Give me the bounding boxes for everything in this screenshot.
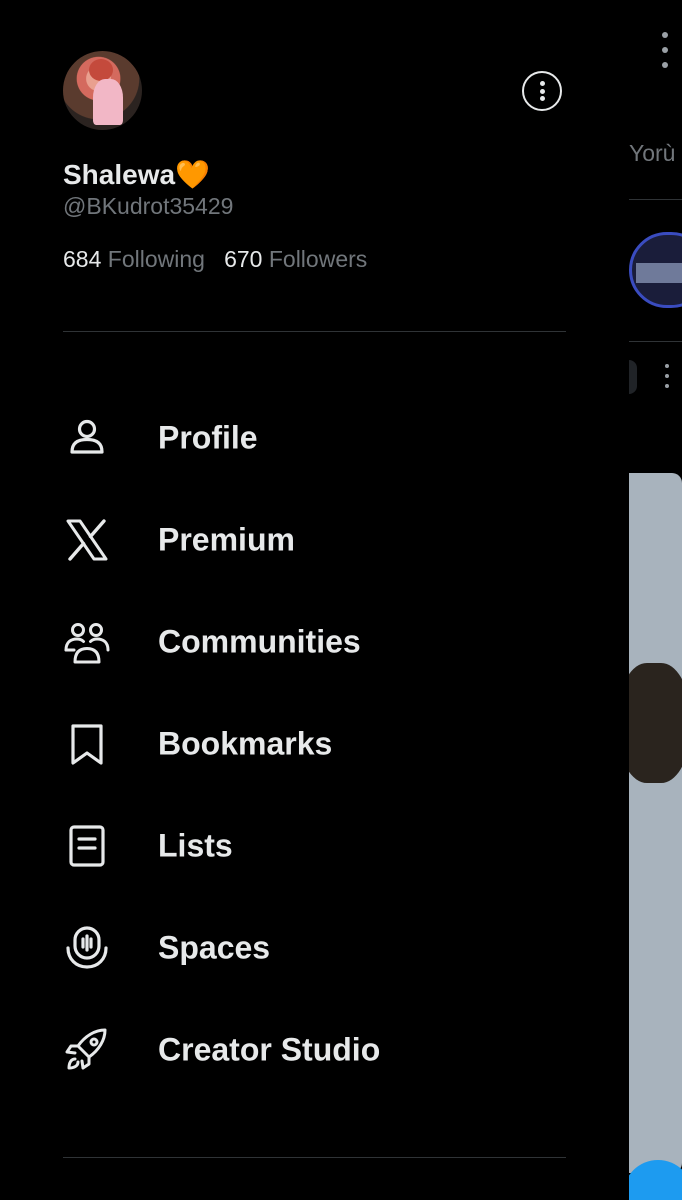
menu-item-label: Profile [158,419,258,456]
person-icon [63,414,111,462]
follow-stats: 684 Following 670 Followers [63,246,367,273]
divider [63,331,566,332]
following-count: 684 [63,246,102,272]
post-media[interactable] [629,473,682,1173]
space-avatar[interactable] [629,232,682,308]
display-name[interactable]: Shalewa🧡 [63,158,210,191]
menu-item-profile[interactable]: Profile [63,398,566,478]
microphone-icon [63,924,111,972]
timeline-divider [629,341,682,342]
post-more-icon[interactable] [665,364,671,394]
timeline-divider [629,199,682,200]
menu-item-label: Premium [158,521,295,558]
followers-label: Followers [268,246,368,272]
background-timeline: Yorù [629,0,682,1200]
communities-icon [63,618,111,666]
menu-item-label: Lists [158,827,233,864]
user-handle: @BKudrot35429 [63,193,234,219]
avatar[interactable] [63,51,142,130]
menu-item-label: Bookmarks [158,725,333,762]
following-link[interactable]: 684 Following [63,246,205,272]
list-icon [63,822,111,870]
navigation-drawer: Shalewa🧡 @BKudrot35429 684 Following 670… [0,0,629,1200]
divider [63,1157,566,1158]
menu-item-label: Spaces [158,929,271,966]
more-options-icon[interactable] [661,32,669,72]
menu-item-label: Creator Studio [158,1031,381,1068]
following-label: Following [107,246,205,272]
timeline-tab[interactable]: Yorù [629,140,675,167]
account-options-button[interactable] [522,71,562,111]
menu-item-label: Communities [158,623,361,660]
menu-item-bookmarks[interactable]: Bookmarks [63,704,566,784]
menu-item-communities[interactable]: Communities [63,602,566,682]
x-logo-icon [63,516,111,564]
menu-item-spaces[interactable]: Spaces [63,908,566,988]
compose-button[interactable] [629,1160,682,1200]
timeline-chip[interactable] [629,360,637,394]
menu-item-creator-studio[interactable]: Creator Studio [63,1010,566,1090]
followers-count: 670 [224,246,263,272]
menu-item-lists[interactable]: Lists [63,806,566,886]
rocket-icon [63,1026,111,1074]
bookmark-icon [63,720,111,768]
menu-item-premium[interactable]: Premium [63,500,566,580]
followers-link[interactable]: 670 Followers [224,246,367,272]
